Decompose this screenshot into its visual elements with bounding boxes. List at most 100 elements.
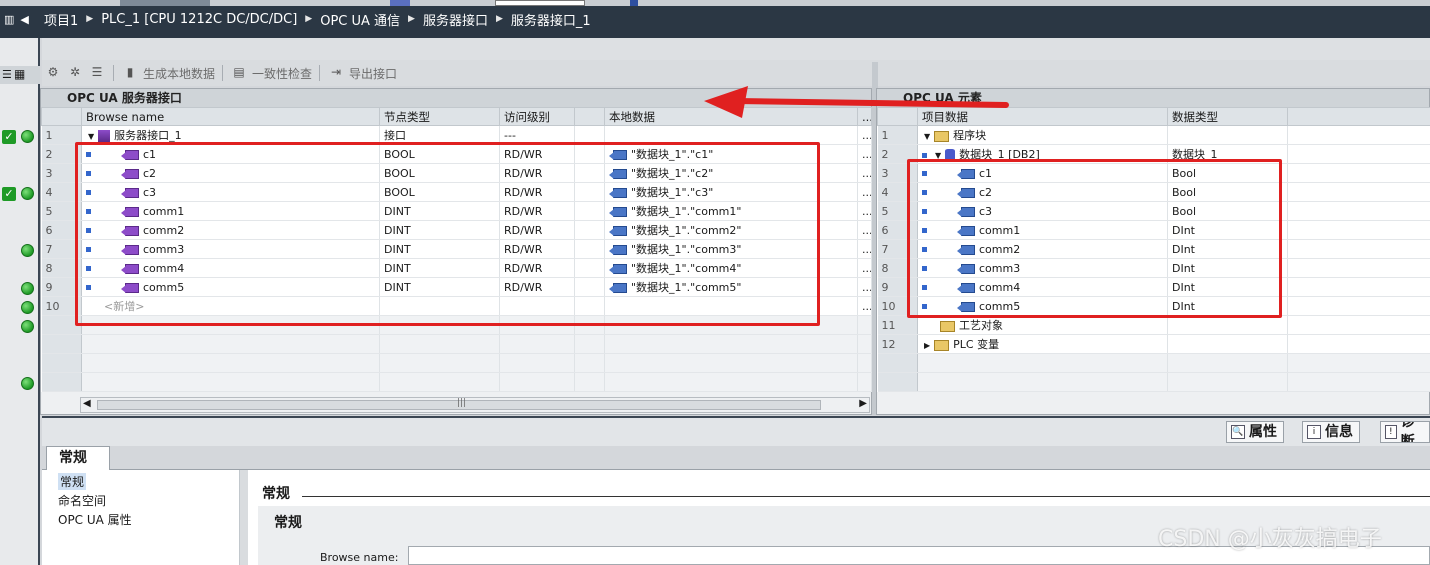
table-row[interactable]: 5 comm1 DINT RD/WR "数据块_1"."comm1"... xyxy=(41,201,872,221)
table-row[interactable]: 4 c3 BOOL RD/WR "数据块_1"."c3"... xyxy=(41,182,872,202)
editor-nav-controls[interactable]: ▥ ◀ xyxy=(0,9,40,29)
cell-access-level[interactable]: RD/WR xyxy=(499,163,575,183)
window-split-icon[interactable]: ▥ xyxy=(4,13,14,26)
cell-data-type[interactable]: Bool xyxy=(1167,201,1288,221)
cell-more[interactable]: ... xyxy=(857,277,872,297)
cell-browse-name[interactable]: comm1 xyxy=(81,201,380,221)
cell-local-data[interactable]: "数据块_1"."c2" xyxy=(604,163,858,183)
cell-data-type[interactable]: DInt xyxy=(1167,277,1288,297)
nav-general[interactable]: 常规 xyxy=(58,473,87,490)
tab-general[interactable]: 常规 xyxy=(46,446,110,470)
table-row[interactable]: 1 ▼ 服务器接口_1 接口 ---... xyxy=(41,125,872,145)
tab-diagnostics[interactable]: ! 诊断 xyxy=(1380,421,1430,443)
cell-local-data[interactable]: "数据块_1"."comm5" xyxy=(604,277,858,297)
expand-arrow-icon[interactable]: ▼ xyxy=(88,132,94,141)
cell-access-level[interactable]: RD/WR xyxy=(499,144,575,164)
cell-local-data[interactable]: "数据块_1"."c1" xyxy=(604,144,858,164)
cell-browse-name[interactable]: comm2 xyxy=(81,220,380,240)
breadcrumb-plc[interactable]: PLC_1 [CPU 1212C DC/DC/DC] xyxy=(101,12,297,27)
breadcrumb-project[interactable]: 项目1 xyxy=(44,10,78,29)
header-data-type[interactable]: 数据类型 xyxy=(1167,107,1288,126)
export-icon[interactable]: ⇥ xyxy=(327,65,345,81)
scroll-right-icon[interactable]: ▶ xyxy=(859,398,867,409)
table-row[interactable]: 10 <新增>... xyxy=(41,296,872,316)
table-row[interactable]: 3 c2 BOOL RD/WR "数据块_1"."c2"... xyxy=(41,163,872,183)
cell-project-data[interactable]: comm4 xyxy=(917,277,1168,297)
header-node-type[interactable]: 节点类型 xyxy=(379,107,500,126)
cell-access-level[interactable] xyxy=(499,296,575,316)
cell-node-type[interactable]: BOOL xyxy=(379,182,500,202)
cell-data-type[interactable]: Bool xyxy=(1167,182,1288,202)
generate-local-data-button[interactable]: 生成本地数据 xyxy=(143,65,215,82)
cell-local-data[interactable]: "数据块_1"."comm3" xyxy=(604,239,858,259)
cell-access-level[interactable]: RD/WR xyxy=(499,220,575,240)
cell-node-type[interactable]: DINT xyxy=(379,258,500,278)
cell-browse-name[interactable]: <新增> xyxy=(81,296,380,316)
cell-more[interactable]: ... xyxy=(857,182,872,202)
breadcrumb-server-interface[interactable]: 服务器接口 xyxy=(423,10,488,29)
cell-project-data[interactable]: comm5 xyxy=(917,296,1168,316)
cell-data-type[interactable]: DInt xyxy=(1167,220,1288,240)
cell-data-type[interactable] xyxy=(1167,315,1288,335)
cell-project-data[interactable]: ▶ PLC 变量 xyxy=(917,334,1168,354)
cell-project-data[interactable]: c1 xyxy=(917,163,1168,183)
table-row[interactable]: 10 comm5 DInt xyxy=(877,296,1430,316)
cell-more[interactable]: ... xyxy=(857,220,872,240)
cell-data-type[interactable]: DInt xyxy=(1167,258,1288,278)
cell-data-type[interactable] xyxy=(1167,334,1288,354)
cell-browse-name[interactable]: ▼ 服务器接口_1 xyxy=(81,125,380,145)
cell-local-data[interactable] xyxy=(604,296,858,316)
header-access-level[interactable]: 访问级别 xyxy=(499,107,575,126)
cell-node-type[interactable]: DINT xyxy=(379,201,500,221)
cell-data-type[interactable]: 数据块_1 xyxy=(1167,144,1288,164)
tab-info[interactable]: i 信息 xyxy=(1302,421,1360,443)
table-row[interactable]: 1 ▼ 程序块 xyxy=(877,125,1430,145)
cell-local-data[interactable] xyxy=(604,125,858,145)
cell-node-type[interactable]: BOOL xyxy=(379,144,500,164)
cell-more[interactable]: ... xyxy=(857,163,872,183)
cell-access-level[interactable]: RD/WR xyxy=(499,239,575,259)
cell-access-level[interactable]: RD/WR xyxy=(499,258,575,278)
cell-more[interactable]: ... xyxy=(857,125,872,145)
cell-local-data[interactable]: "数据块_1"."c3" xyxy=(604,182,858,202)
arrow-left-icon[interactable]: ◀ xyxy=(20,13,28,26)
cell-node-type[interactable]: DINT xyxy=(379,277,500,297)
header-browse-name[interactable]: Browse name xyxy=(81,107,380,126)
properties-splitter[interactable] xyxy=(240,470,248,565)
table-row[interactable]: 6 comm2 DINT RD/WR "数据块_1"."comm2"... xyxy=(41,220,872,240)
cell-local-data[interactable]: "数据块_1"."comm4" xyxy=(604,258,858,278)
cell-data-type[interactable]: Bool xyxy=(1167,163,1288,183)
list-icon[interactable]: ☰ xyxy=(2,68,12,81)
table-row[interactable]: 3 c1 Bool xyxy=(877,163,1430,183)
cell-more[interactable]: ... xyxy=(857,239,872,259)
table-row[interactable]: 7 comm2 DInt xyxy=(877,239,1430,259)
device-icon[interactable]: ▦ xyxy=(14,67,25,81)
nav-opcua-properties[interactable]: OPC UA 属性 xyxy=(58,511,132,528)
database-icon[interactable]: ▮ xyxy=(121,65,139,81)
expand-arrow-icon[interactable]: ▼ xyxy=(924,132,930,141)
cell-local-data[interactable]: "数据块_1"."comm1" xyxy=(604,201,858,221)
table-row[interactable]: 5 c3 Bool xyxy=(877,201,1430,221)
table-row[interactable]: 12 ▶ PLC 变量 xyxy=(877,334,1430,354)
table-row[interactable]: 9 comm5 DINT RD/WR "数据块_1"."comm5"... xyxy=(41,277,872,297)
cell-data-type[interactable] xyxy=(1167,125,1288,145)
cell-access-level[interactable]: --- xyxy=(499,125,575,145)
cell-browse-name[interactable]: c1 xyxy=(81,144,380,164)
breadcrumb-opcua[interactable]: OPC UA 通信 xyxy=(320,10,400,29)
nav-namespace[interactable]: 命名空间 xyxy=(58,492,106,509)
cell-node-type[interactable]: DINT xyxy=(379,239,500,259)
cell-project-data[interactable]: c2 xyxy=(917,182,1168,202)
table-row[interactable]: 11 工艺对象 xyxy=(877,315,1430,335)
consistency-check-icon[interactable]: ▤ xyxy=(230,65,248,81)
cell-access-level[interactable]: RD/WR xyxy=(499,182,575,202)
table-row[interactable]: 9 comm4 DInt xyxy=(877,277,1430,297)
cell-browse-name[interactable]: comm5 xyxy=(81,277,380,297)
horizontal-scrollbar[interactable]: ◀ ||| ▶ xyxy=(80,397,870,413)
expand-arrow-icon[interactable]: ▼ xyxy=(935,151,941,160)
cell-node-type[interactable]: BOOL xyxy=(379,163,500,183)
cell-browse-name[interactable]: c3 xyxy=(81,182,380,202)
table-row[interactable]: 6 comm1 DInt xyxy=(877,220,1430,240)
table-row[interactable]: 7 comm3 DINT RD/WR "数据块_1"."comm3"... xyxy=(41,239,872,259)
cell-node-type[interactable]: 接口 xyxy=(379,125,500,145)
cell-more[interactable]: ... xyxy=(857,296,872,316)
